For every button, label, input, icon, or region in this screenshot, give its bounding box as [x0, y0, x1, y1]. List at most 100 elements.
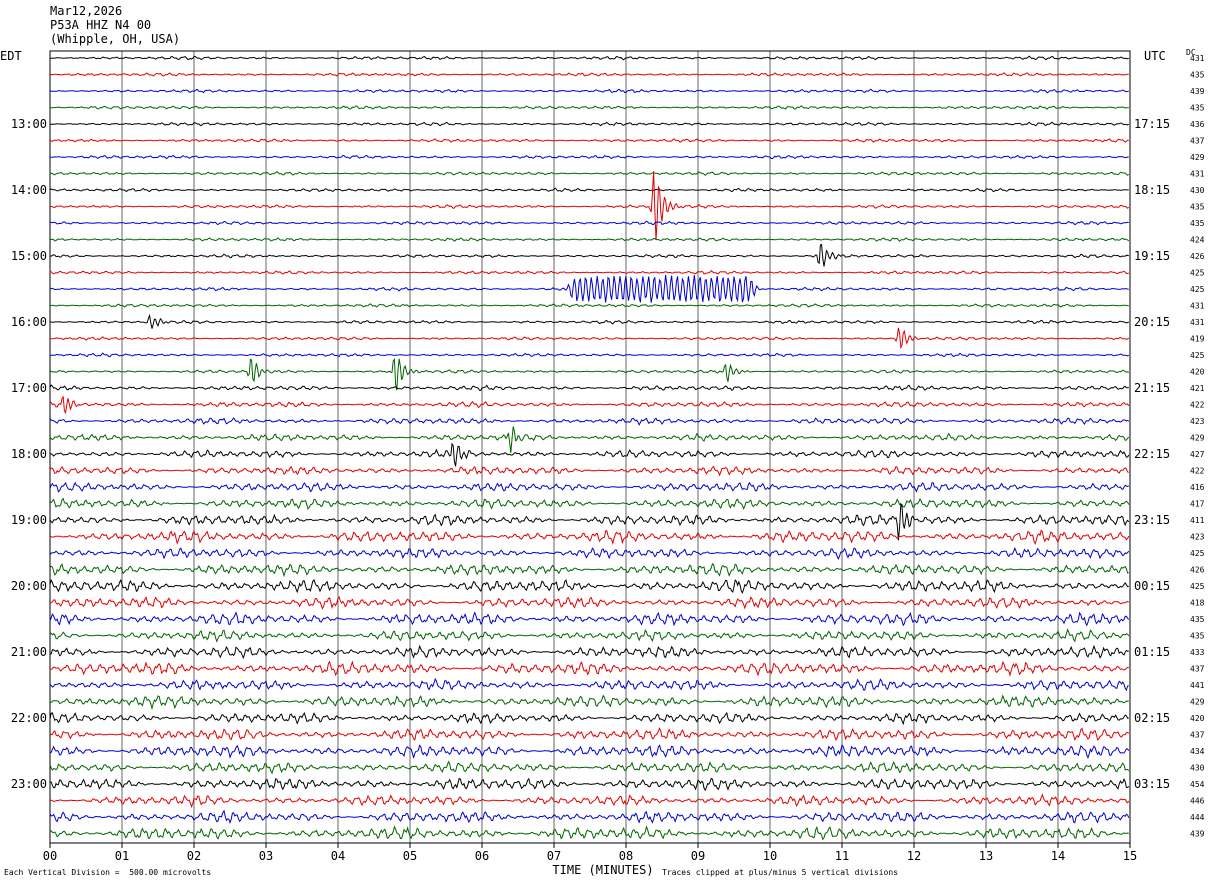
x-tick-label: 12: [907, 849, 921, 863]
dc-offset-value: 446: [1190, 797, 1205, 806]
seismic-trace: [49, 138, 1129, 143]
seismic-trace: [49, 357, 1130, 391]
utc-hour-label: 18:15: [1134, 183, 1170, 197]
edt-hour-label: 16:00: [11, 315, 47, 329]
dc-offset-value: 430: [1190, 764, 1205, 773]
seismic-trace: [49, 243, 1129, 267]
seismic-trace: [49, 154, 1129, 160]
seismic-trace: [49, 611, 1130, 627]
seismic-trace: [49, 275, 1129, 303]
dc-offset-value: 435: [1190, 71, 1205, 80]
dc-offset-value: 427: [1190, 450, 1205, 459]
utc-hour-label: 20:15: [1134, 315, 1170, 329]
dc-offset-value: 418: [1190, 599, 1205, 608]
edt-hour-label: 14:00: [11, 183, 47, 197]
seismic-trace: [49, 711, 1129, 726]
seismic-trace: [49, 546, 1130, 560]
seismic-trace: [49, 303, 1129, 308]
dc-offset-value: 431: [1190, 54, 1205, 63]
dc-offset-value: 423: [1190, 533, 1205, 542]
utc-hour-label: 19:15: [1134, 249, 1170, 263]
x-tick-label: 06: [475, 849, 489, 863]
dc-offset-value: 426: [1190, 252, 1205, 261]
dc-offset-value: 429: [1190, 434, 1205, 443]
x-tick-label: 00: [43, 849, 57, 863]
seismic-trace: [49, 825, 1129, 841]
seismic-trace: [49, 727, 1130, 742]
seismic-trace: [49, 442, 1130, 467]
dc-offset-value: 425: [1190, 582, 1205, 591]
x-tick-label: 10: [763, 849, 777, 863]
seismic-trace: [49, 578, 1129, 595]
x-tick-label: 13: [979, 849, 993, 863]
seismic-trace: [49, 417, 1130, 426]
utc-hour-label: 17:15: [1134, 117, 1170, 131]
seismic-trace: [49, 628, 1130, 643]
dc-offset-value: 437: [1190, 665, 1205, 674]
x-tick-label: 15: [1123, 849, 1137, 863]
seismic-trace: [49, 465, 1129, 477]
plot-frame: [49, 50, 1131, 844]
dc-offset-value: 426: [1190, 566, 1205, 575]
utc-hour-label: 22:15: [1134, 447, 1170, 461]
x-tick-label: 01: [115, 849, 129, 863]
dc-offset-value: 421: [1190, 384, 1205, 393]
seismic-trace: [49, 105, 1129, 110]
seismic-trace: [49, 187, 1129, 193]
seismic-trace: [49, 426, 1130, 453]
seismic-trace: [49, 760, 1130, 775]
dc-offset-value: 437: [1190, 137, 1205, 146]
seismic-trace: [50, 269, 1129, 275]
seismic-trace: [49, 237, 1130, 242]
seismic-trace: [49, 744, 1130, 759]
utc-hour-label: 00:15: [1134, 579, 1170, 593]
dc-offset-value: 425: [1190, 351, 1205, 360]
seismic-trace: [49, 352, 1130, 358]
x-tick-label: 02: [187, 849, 201, 863]
dc-offset-value: 420: [1190, 714, 1205, 723]
dc-offset-value: 439: [1190, 87, 1205, 96]
edt-hour-label: 15:00: [11, 249, 47, 263]
dc-offset-value: 430: [1190, 186, 1205, 195]
dc-offset-value: 420: [1190, 368, 1205, 377]
edt-hour-label: 19:00: [11, 513, 47, 527]
seismic-trace: [49, 384, 1129, 392]
x-tick-label: 03: [259, 849, 273, 863]
seismic-trace: [49, 481, 1130, 493]
dc-offset-value: 431: [1190, 170, 1205, 179]
dc-offset-value: 425: [1190, 269, 1205, 278]
seismic-trace: [49, 596, 1129, 610]
edt-hour-label: 22:00: [11, 711, 47, 725]
seismic-trace: [49, 170, 1130, 176]
dc-offset-value: 435: [1190, 615, 1205, 624]
seismic-trace: [49, 88, 1129, 94]
dc-offset-value: 422: [1190, 467, 1205, 476]
seismic-trace: [49, 72, 1129, 77]
seismic-trace: [49, 809, 1130, 824]
x-tick-label: 08: [619, 849, 633, 863]
seismic-trace: [49, 497, 1130, 511]
seismic-trace: [49, 793, 1130, 809]
seismic-trace: [49, 327, 1130, 350]
dc-offset-value: 434: [1190, 747, 1205, 756]
dc-offset-value: 431: [1190, 318, 1205, 327]
seismic-trace: [49, 395, 1130, 415]
edt-hour-label: 20:00: [11, 579, 47, 593]
dc-offset-value: 454: [1190, 780, 1205, 789]
utc-hour-label: 03:15: [1134, 777, 1170, 791]
dc-offset-value: 435: [1190, 203, 1205, 212]
seismic-trace: [50, 55, 1129, 61]
seismic-trace: [49, 660, 1129, 677]
dc-offset-value: 429: [1190, 698, 1205, 707]
edt-hour-label: 18:00: [11, 447, 47, 461]
dc-offset-value: 436: [1190, 120, 1205, 129]
dc-offset-value: 437: [1190, 731, 1205, 740]
utc-hour-label: 21:15: [1134, 381, 1170, 395]
seismic-trace: [49, 677, 1129, 692]
x-axis-label: TIME (MINUTES): [552, 863, 653, 877]
edt-hour-label: 13:00: [11, 117, 47, 131]
dc-offset-value: 439: [1190, 830, 1205, 839]
dc-offset-value: 435: [1190, 104, 1205, 113]
x-tick-label: 05: [403, 849, 417, 863]
x-tick-label: 04: [331, 849, 345, 863]
